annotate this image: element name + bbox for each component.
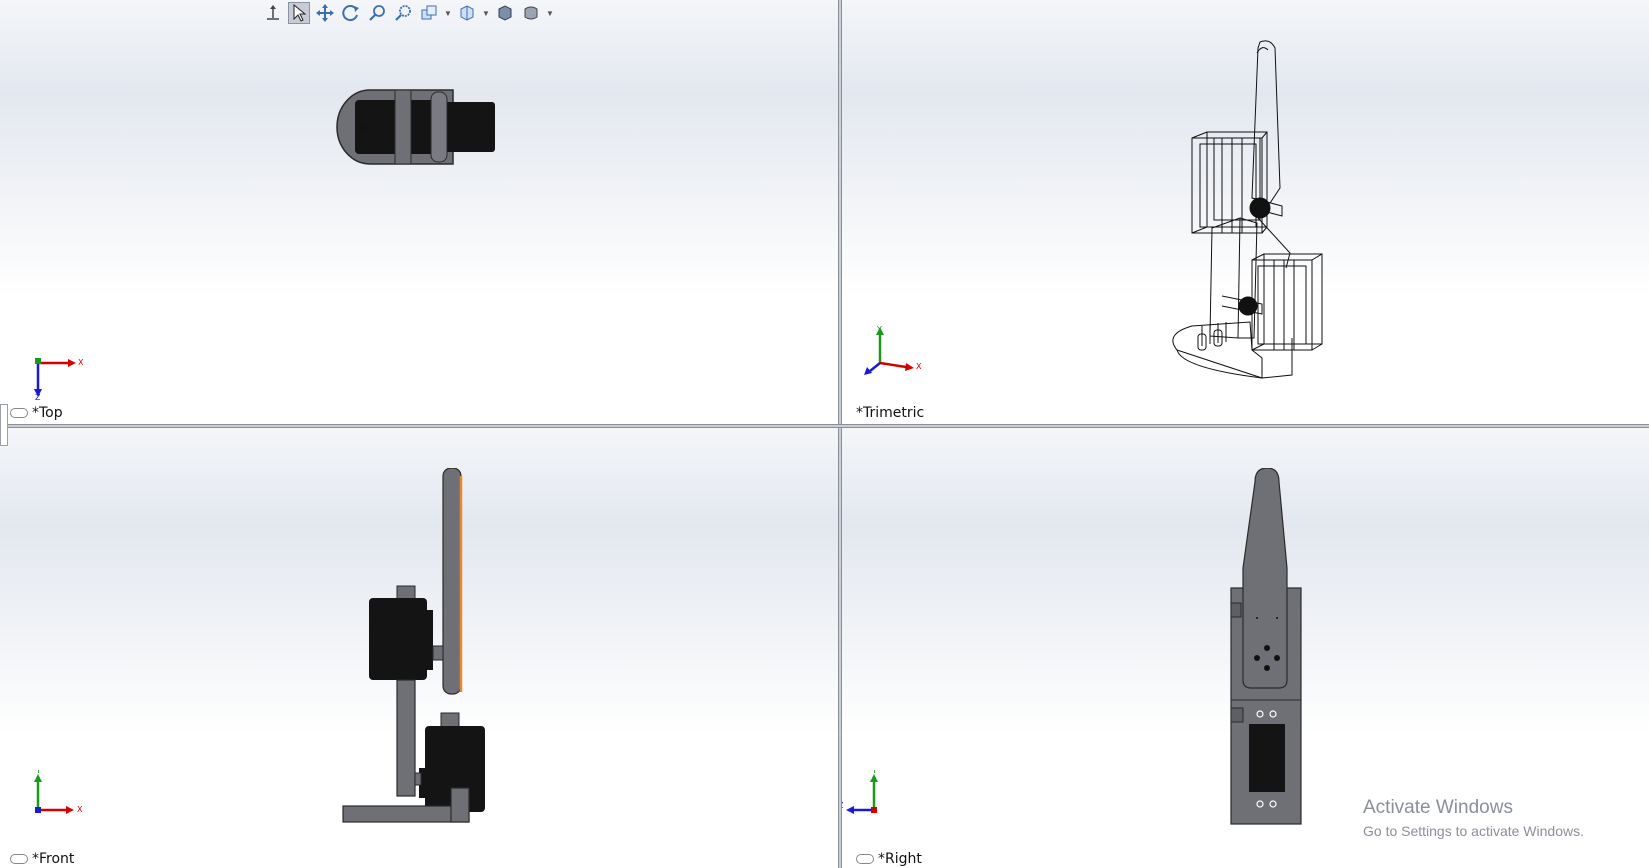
view-label-top: *Top xyxy=(10,405,63,421)
model-trimetric-view[interactable] xyxy=(1162,38,1332,398)
previous-view-icon[interactable] xyxy=(418,2,440,24)
heads-up-view-toolbar: ▼ ▼ ▼ xyxy=(262,0,554,26)
viewport-top[interactable]: X Z *Top ▼ ▼ ▼ xyxy=(0,0,838,424)
pan-icon[interactable] xyxy=(314,2,336,24)
svg-text:X: X xyxy=(916,362,922,371)
section-view-icon[interactable] xyxy=(520,2,542,24)
orient-icon[interactable] xyxy=(262,2,284,24)
rotate-icon[interactable] xyxy=(340,2,362,24)
model-right-view[interactable] xyxy=(1227,468,1317,828)
svg-text:Z: Z xyxy=(35,393,41,400)
axis-triad-trimetric: Y X xyxy=(864,325,922,375)
chevron-down-icon[interactable]: ▼ xyxy=(546,2,554,24)
zoom-to-area-icon[interactable] xyxy=(392,2,414,24)
activate-windows-title: Activate Windows xyxy=(1363,797,1513,818)
chevron-down-icon[interactable]: ▼ xyxy=(444,2,452,24)
svg-text:X: X xyxy=(78,358,84,367)
svg-text:Y: Y xyxy=(35,770,41,775)
model-front-view[interactable] xyxy=(335,468,495,828)
select-icon[interactable] xyxy=(288,2,310,24)
view-orientation-icon[interactable] xyxy=(456,2,478,24)
zoom-to-fit-icon[interactable] xyxy=(366,2,388,24)
viewport-splitter-horizontal[interactable] xyxy=(0,424,1649,428)
svg-text:Z: Z xyxy=(842,801,844,810)
view-label-right: *Right xyxy=(856,851,922,867)
model-top-view[interactable] xyxy=(335,88,495,168)
viewport-trimetric[interactable]: Y X *Trimetric xyxy=(842,0,1649,424)
view-label-trimetric: *Trimetric xyxy=(856,405,925,421)
chevron-down-icon[interactable]: ▼ xyxy=(482,2,490,24)
viewport-splitter-vertical[interactable] xyxy=(838,0,842,868)
axis-triad-right: Y Z xyxy=(842,770,878,814)
svg-text:Y: Y xyxy=(871,770,877,775)
svg-text:X: X xyxy=(77,805,83,814)
panel-collapse-tab[interactable] xyxy=(0,404,8,446)
viewport-right[interactable]: Y Z *Right xyxy=(842,428,1649,868)
axis-triad-front: Y X xyxy=(34,770,83,814)
view-label-front: *Front xyxy=(10,851,74,867)
activate-windows-subtitle: Go to Settings to activate Windows. xyxy=(1363,823,1584,839)
axis-triad-top: X Z xyxy=(34,358,84,400)
link-views-icon[interactable] xyxy=(10,854,28,864)
link-views-icon[interactable] xyxy=(856,854,874,864)
display-style-icon[interactable] xyxy=(494,2,516,24)
link-views-icon[interactable] xyxy=(10,408,28,418)
viewport-front[interactable]: Y X *Front xyxy=(0,428,838,868)
svg-text:Y: Y xyxy=(876,325,882,334)
